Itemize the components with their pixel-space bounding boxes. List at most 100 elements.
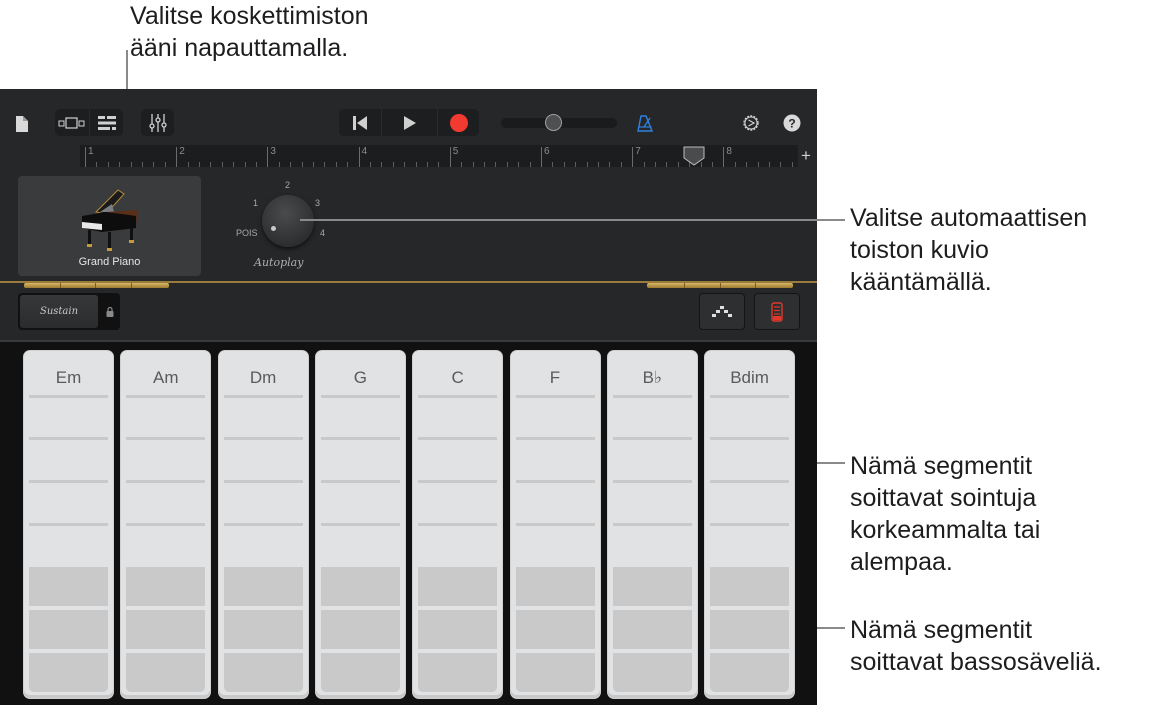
my-songs-button[interactable] (12, 113, 32, 135)
ruler-tick (438, 162, 440, 167)
autoplay-pos-1[interactable]: 1 (253, 198, 258, 208)
ruler-tick (677, 162, 679, 167)
bass-segment[interactable] (126, 610, 206, 649)
settings-button[interactable] (740, 112, 762, 134)
bass-segment[interactable] (29, 567, 108, 606)
autoplay-pos-3[interactable]: 3 (315, 198, 320, 208)
bass-segment[interactable] (515, 653, 595, 692)
mixer-sliders-icon (148, 113, 167, 132)
ruler-tick (210, 162, 212, 167)
ruler-tick (734, 162, 736, 167)
ruler-tick (119, 162, 121, 167)
bass-segment[interactable] (223, 653, 303, 692)
ruler-tick (142, 162, 143, 167)
autoplay-pos-off[interactable]: POIS (236, 228, 258, 238)
settings-gear-icon (743, 115, 759, 131)
bass-segment[interactable] (418, 653, 498, 692)
chord-segment-divider (515, 395, 595, 398)
chord-strips-button[interactable] (754, 293, 800, 330)
chord-segment-divider (320, 437, 400, 440)
ruler-tick (552, 162, 554, 167)
ruler-bar-line (449, 147, 451, 167)
chord-segment-divider (126, 480, 206, 483)
bass-segment[interactable] (223, 567, 303, 606)
view-toggle-group (55, 109, 123, 136)
ruler-tick (472, 162, 474, 167)
mixer-button[interactable] (141, 109, 174, 136)
tracks-view-icon (58, 116, 85, 129)
chord-strip[interactable]: Bdim (705, 351, 795, 698)
ruler-bar-number: 2 (179, 146, 185, 157)
ruler-tick (655, 162, 656, 167)
ruler-tick (757, 162, 759, 167)
bass-segment[interactable] (126, 567, 206, 606)
ruler-bar-number: 7 (635, 146, 641, 157)
bass-segment[interactable] (320, 653, 400, 692)
tracks-view-button[interactable] (55, 109, 89, 136)
add-section-button[interactable]: + (799, 145, 813, 167)
bass-segment[interactable] (710, 653, 790, 692)
chord-strip[interactable]: B♭ (607, 351, 697, 698)
chord-segment-divider (223, 395, 303, 398)
bass-segment[interactable] (320, 567, 400, 606)
bass-segment[interactable] (710, 567, 790, 606)
ruler-tick (780, 162, 782, 167)
lock-icon[interactable] (106, 307, 114, 317)
go-to-beginning-button[interactable] (339, 109, 381, 136)
record-button[interactable] (438, 109, 479, 136)
chord-segment-divider (418, 480, 498, 483)
metronome-button[interactable] (634, 111, 656, 135)
instrument-name: Grand Piano (78, 256, 141, 268)
callout-bass-strips: Nämä segmentit soittavat bassosäveliä. (850, 616, 1102, 676)
chord-strip[interactable]: Am (121, 351, 211, 698)
chord-name: B♭ (642, 368, 662, 387)
bass-segment[interactable] (612, 567, 692, 606)
master-volume-slider[interactable] (501, 114, 617, 131)
bass-segment[interactable] (320, 610, 400, 649)
bass-segment[interactable] (515, 567, 595, 606)
chord-strip[interactable]: F (510, 351, 600, 698)
ruler-tick (769, 162, 770, 167)
instrument-view-button[interactable] (90, 109, 123, 136)
master-volume-thumb[interactable] (544, 114, 562, 131)
skip-back-icon (353, 115, 367, 130)
chord-segment-divider (29, 437, 108, 440)
bass-segment[interactable] (612, 610, 692, 649)
play-button[interactable] (382, 109, 437, 136)
autoplay-pos-4[interactable]: 4 (320, 228, 325, 238)
bass-segment[interactable] (710, 610, 790, 649)
ruler-bar-number: 4 (361, 146, 368, 157)
playhead-icon (683, 146, 705, 166)
bass-segment[interactable] (29, 610, 108, 649)
chord-strip[interactable]: C (413, 351, 503, 698)
help-icon: ? (783, 114, 801, 132)
instrument-selector[interactable]: Grand Piano (18, 176, 201, 276)
arpeggiator-button[interactable] (699, 293, 745, 330)
autoplay-pos-2[interactable]: 2 (285, 180, 290, 190)
ruler-tick (221, 162, 223, 167)
chord-name: F (549, 368, 561, 387)
bass-segment[interactable] (612, 653, 692, 692)
ruler-bar-line (85, 147, 86, 167)
bass-segment[interactable] (29, 653, 108, 692)
sustain-button[interactable]: Sustain (20, 295, 98, 328)
chord-strip[interactable]: Em (24, 351, 113, 698)
transport-controls (339, 109, 479, 136)
timeline-ruler[interactable]: 1 2 3 4 5 6 7 8 (80, 145, 798, 167)
bass-segment[interactable] (418, 567, 498, 606)
chord-segment-divider (418, 437, 498, 440)
chord-strip[interactable]: G (315, 351, 405, 698)
chord-strip-icon (771, 301, 783, 322)
bass-segment[interactable] (126, 653, 206, 692)
playhead[interactable] (683, 146, 705, 166)
ruler-tick (666, 162, 668, 167)
bass-segment[interactable] (223, 610, 303, 649)
arpeggiator-icon (712, 305, 732, 317)
callout-autoplay: Valitse automaattisen toiston kuvio kään… (850, 204, 1088, 296)
autoplay-knob[interactable] (262, 195, 314, 247)
help-button[interactable]: ? (782, 113, 802, 133)
ruler-tick (335, 162, 337, 167)
chord-strip[interactable]: Dm (218, 351, 308, 698)
bass-segment[interactable] (515, 610, 595, 649)
bass-segment[interactable] (418, 610, 498, 649)
